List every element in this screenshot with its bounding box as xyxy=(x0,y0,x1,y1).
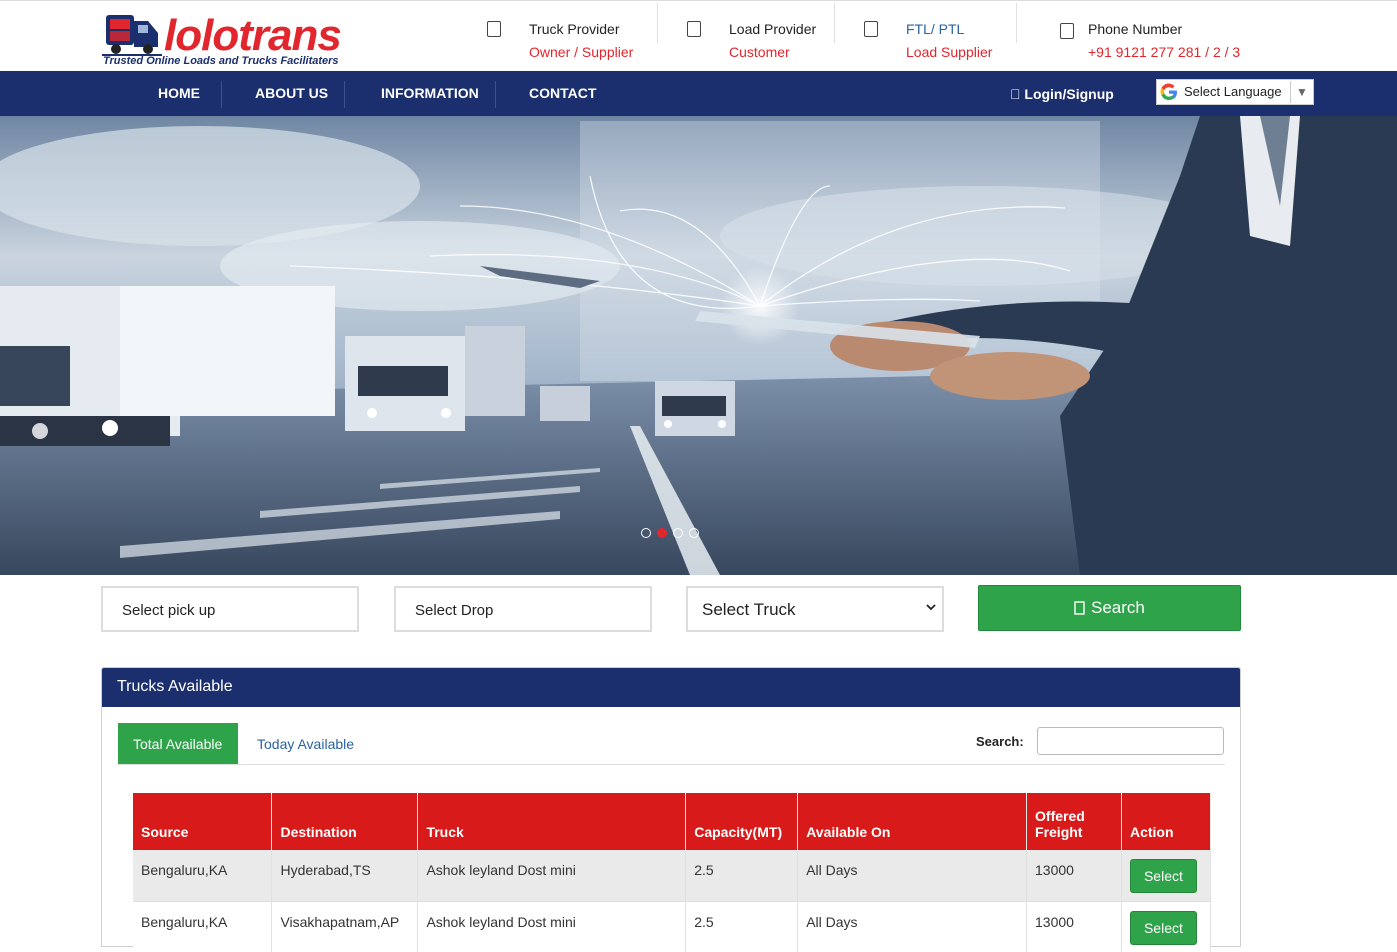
truck-logo-icon xyxy=(102,15,162,56)
phone-title: Phone Number xyxy=(1088,21,1183,37)
truck-provider-sub: Owner / Supplier xyxy=(529,44,634,60)
select-button[interactable]: Select xyxy=(1129,910,1197,945)
cell-action: Select xyxy=(1121,900,1212,952)
nav-divider xyxy=(495,81,496,108)
phone-icon xyxy=(1060,23,1074,39)
table-header-row: Source Destination Truck Capacity(MT) Av… xyxy=(133,793,1212,850)
col-capacity[interactable]: Capacity(MT) xyxy=(685,793,799,850)
tab-total-label: Total Available xyxy=(133,736,223,752)
truck-provider-title: Truck Provider xyxy=(529,21,620,37)
header-phone[interactable]: Phone Number +91 9121 277 281 / 2 / 3 xyxy=(1060,15,1260,61)
carousel-dot-active[interactable] xyxy=(657,528,667,538)
cell-capacity: 2.5 xyxy=(685,900,799,952)
phone-number[interactable]: +91 9121 277 281 / 2 / 3 xyxy=(1088,44,1240,60)
cell-freight: 13000 xyxy=(1026,900,1122,952)
language-label: Select Language xyxy=(1184,84,1282,99)
header-divider xyxy=(657,3,658,43)
header-divider xyxy=(834,3,835,43)
carousel-dot[interactable] xyxy=(673,528,683,538)
brand-logo[interactable]: lolotrans Trusted Online Loads and Truck… xyxy=(100,9,360,71)
nav-home[interactable]: HOME xyxy=(158,71,200,116)
header-load-provider[interactable]: Load Provider Customer xyxy=(687,15,827,61)
nav-information[interactable]: INFORMATION xyxy=(381,71,479,116)
cell-truck: Ashok leyland Dost mini xyxy=(417,850,687,901)
pickup-input[interactable]: Select pick up xyxy=(101,586,359,632)
trucks-available-panel: Trucks Available Total Available Today A… xyxy=(101,667,1241,952)
panel-title: Trucks Available xyxy=(117,678,233,695)
brand-tagline: Trusted Online Loads and Trucks Facilita… xyxy=(103,55,339,67)
truck-provider-checkbox-icon[interactable] xyxy=(487,21,501,37)
table-search-input[interactable] xyxy=(1037,727,1224,755)
cell-action: Select xyxy=(1121,850,1212,901)
nav-contact[interactable]: CONTACT xyxy=(529,71,596,116)
ftl-ptl-title: FTL/ PTL xyxy=(906,21,965,37)
cell-available-on: All Days xyxy=(797,850,1028,901)
pickup-placeholder: Select pick up xyxy=(122,602,216,619)
header-ftl-ptl[interactable]: FTL/ PTL Load Supplier xyxy=(864,15,1004,61)
cell-source: Bengaluru,KA xyxy=(133,850,273,901)
select-button[interactable]: Select xyxy=(1129,859,1197,893)
search-button-label: Search xyxy=(1091,598,1145,617)
tab-divider xyxy=(118,764,1225,765)
col-action: Action xyxy=(1121,793,1212,850)
cell-available-on: All Days xyxy=(797,900,1028,952)
cell-destination: Hyderabad,TS xyxy=(271,850,419,901)
ftl-ptl-sub: Load Supplier xyxy=(906,44,993,60)
col-destination[interactable]: Destination xyxy=(271,793,419,850)
cell-capacity: 2.5 xyxy=(685,850,799,901)
truck-select-value: Select Truck xyxy=(702,600,796,619)
load-provider-title: Load Provider xyxy=(729,21,817,37)
tab-today-available[interactable]: Today Available xyxy=(257,736,354,752)
language-selector[interactable]: Select Language ▼ xyxy=(1156,79,1314,105)
chevron-down-icon xyxy=(926,604,936,611)
ftl-ptl-checkbox-icon[interactable] xyxy=(864,21,878,37)
brand-name: lolotrans xyxy=(164,11,342,60)
col-source[interactable]: Source xyxy=(133,793,273,850)
table-row: Bengaluru,KA Hyderabad,TS Ashok leyland … xyxy=(133,850,1212,901)
search-button[interactable]: Search xyxy=(978,585,1241,631)
table-row: Bengaluru,KA Visakhapatnam,AP Ashok leyl… xyxy=(133,900,1212,952)
carousel-dot[interactable] xyxy=(641,528,651,538)
nav-about-us[interactable]: ABOUT US xyxy=(255,71,328,116)
nav-divider xyxy=(344,81,345,108)
carousel-dot[interactable] xyxy=(689,528,699,538)
header-truck-provider[interactable]: Truck Provider Owner / Supplier xyxy=(487,15,647,61)
drop-placeholder: Select Drop xyxy=(415,602,494,619)
col-truck[interactable]: Truck xyxy=(417,793,687,850)
top-header: lolotrans Trusted Online Loads and Truck… xyxy=(0,0,1397,72)
cell-source: Bengaluru,KA xyxy=(133,900,273,952)
trucks-table: Source Destination Truck Capacity(MT) Av… xyxy=(133,793,1212,952)
cell-freight: 13000 xyxy=(1026,850,1122,901)
login-signup-link[interactable]:  Login/Signup xyxy=(1010,71,1114,116)
search-icon xyxy=(1074,601,1085,615)
panel-header: Trucks Available xyxy=(102,668,1240,707)
hero-image xyxy=(0,116,1397,575)
header-divider xyxy=(1016,3,1017,43)
tab-total-available[interactable]: Total Available xyxy=(118,723,238,764)
hero-carousel[interactable] xyxy=(0,116,1397,575)
nav-divider xyxy=(221,81,222,108)
truck-select[interactable]: Select Truck xyxy=(686,586,944,632)
chevron-down-icon: ▼ xyxy=(1290,81,1313,103)
drop-input[interactable]: Select Drop xyxy=(394,586,652,632)
load-provider-checkbox-icon[interactable] xyxy=(687,21,701,37)
col-offered-freight[interactable]: Offered Freight xyxy=(1026,793,1122,850)
col-available-on[interactable]: Available On xyxy=(797,793,1028,850)
cell-destination: Visakhapatnam,AP xyxy=(271,900,419,952)
cell-truck: Ashok leyland Dost mini xyxy=(417,900,687,952)
table-search-label: Search: xyxy=(976,734,1024,749)
google-icon xyxy=(1160,83,1177,101)
load-provider-sub: Customer xyxy=(729,44,790,60)
main-nav: HOME ABOUT US INFORMATION CONTACT  Logi… xyxy=(0,71,1397,116)
